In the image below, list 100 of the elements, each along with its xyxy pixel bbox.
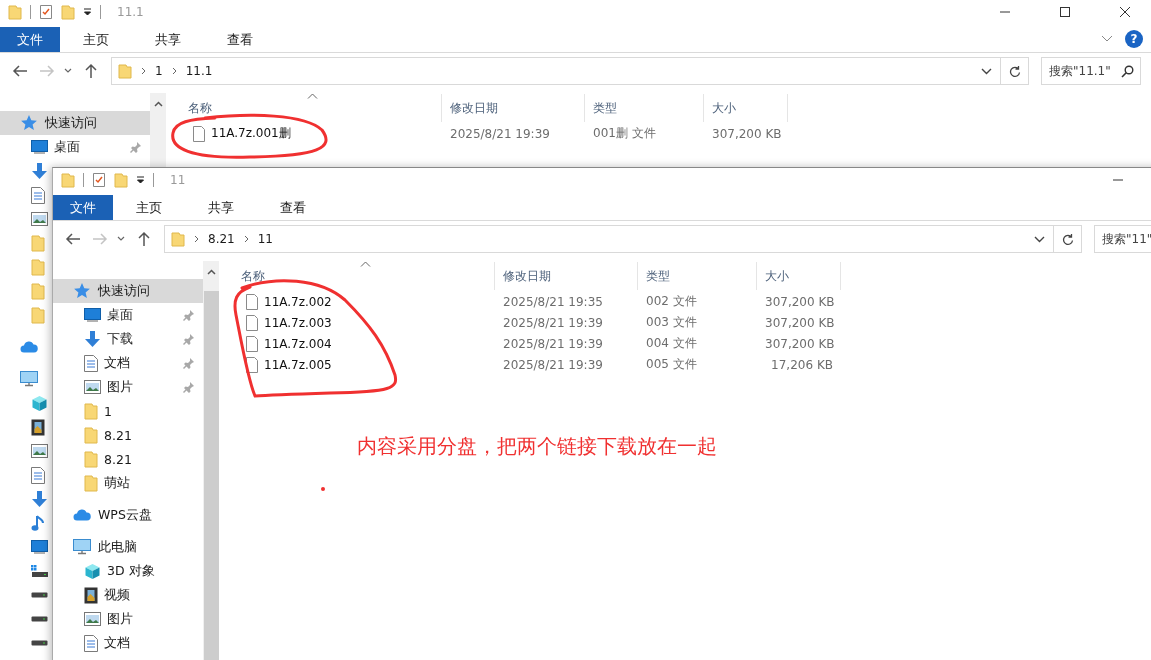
- sidebar-item[interactable]: 8.21: [53, 447, 203, 471]
- dropdown-icon[interactable]: [83, 8, 92, 16]
- refresh-button[interactable]: [1001, 57, 1029, 85]
- column-header[interactable]: 大小: [757, 262, 841, 290]
- ribbon-tab[interactable]: 共享: [138, 26, 198, 52]
- monitor-icon: [31, 140, 48, 154]
- chevron-right-icon[interactable]: [171, 67, 177, 75]
- pin-icon[interactable]: [183, 357, 195, 369]
- chevron-down-icon[interactable]: [981, 67, 992, 75]
- close-icon[interactable]: [1119, 6, 1131, 18]
- sidebar-item[interactable]: 视频: [53, 583, 203, 607]
- file-menu-tab[interactable]: 文件: [53, 194, 113, 220]
- search-field[interactable]: 搜索"11": [1094, 225, 1151, 253]
- computer-icon: [73, 539, 91, 555]
- column-header[interactable]: 大小: [704, 94, 788, 122]
- ribbon-tab[interactable]: 主页: [66, 26, 126, 52]
- pin-icon[interactable]: [183, 309, 195, 321]
- sidebar-item[interactable]: 快速访问: [0, 111, 150, 135]
- sidebar-item[interactable]: 桌面: [53, 303, 203, 327]
- sidebar-item[interactable]: 文档: [53, 631, 203, 655]
- chevron-right-icon[interactable]: [194, 235, 199, 243]
- chevron-down-icon[interactable]: [117, 236, 125, 242]
- sidebar-item[interactable]: 图片: [53, 375, 203, 399]
- picture-icon: [84, 612, 101, 626]
- drive-icon: [31, 640, 48, 646]
- address-bar[interactable]: 1 11.1: [111, 57, 1001, 85]
- sidebar-item[interactable]: 快速访问: [53, 279, 203, 303]
- sidebar-item[interactable]: 萌站: [53, 471, 203, 495]
- cloud-icon: [20, 341, 38, 353]
- file-size: 307,200 KB: [764, 315, 836, 330]
- ribbon-tab[interactable]: 查看: [210, 26, 270, 52]
- column-header[interactable]: 修改日期: [495, 262, 638, 290]
- sidebar-item[interactable]: 8.21: [53, 423, 203, 447]
- sidebar-label: 桌面: [107, 306, 133, 324]
- file-date: 2025/8/21 19:39: [449, 126, 551, 141]
- scroll-up-icon[interactable]: [153, 101, 163, 107]
- cube-icon: [84, 562, 101, 580]
- up-arrow-icon[interactable]: [84, 63, 98, 79]
- chevron-right-icon[interactable]: [141, 67, 146, 75]
- sidebar-item[interactable]: 桌面: [0, 135, 150, 159]
- breadcrumb-item[interactable]: 11: [257, 232, 273, 246]
- dropdown-icon[interactable]: [136, 176, 145, 184]
- back-arrow-icon[interactable]: [12, 64, 28, 78]
- checklist-icon[interactable]: [39, 4, 53, 20]
- up-arrow-icon[interactable]: [137, 231, 151, 247]
- cube-icon: [31, 394, 48, 412]
- scroll-up-icon[interactable]: [206, 269, 216, 275]
- pin-icon[interactable]: [183, 333, 195, 345]
- pin-icon[interactable]: [183, 381, 195, 393]
- back-arrow-icon[interactable]: [65, 232, 81, 246]
- search-field[interactable]: 搜索"11.1": [1041, 57, 1141, 85]
- sidebar-label: 萌站: [104, 474, 130, 492]
- sidebar-label: 下载: [107, 330, 133, 348]
- sidebar-item[interactable]: 3D 对象: [53, 559, 203, 583]
- star-icon: [73, 282, 91, 300]
- pin-icon[interactable]: [130, 141, 142, 153]
- file-name[interactable]: 11A.7z.004: [264, 336, 332, 351]
- sidebar-item[interactable]: 图片: [53, 607, 203, 631]
- column-header[interactable]: 名称: [219, 262, 495, 290]
- file-size: 307,200 KB: [764, 336, 836, 351]
- sidebar-item[interactable]: 此电脑: [53, 535, 203, 559]
- folder-icon: [118, 63, 132, 79]
- sidebar-label: 1: [104, 403, 112, 419]
- file-type: 005 文件: [645, 356, 698, 373]
- checklist-icon[interactable]: [92, 172, 106, 188]
- document-icon: [84, 354, 98, 372]
- sidebar-item[interactable]: 1: [53, 399, 203, 423]
- column-header[interactable]: 名称: [166, 94, 442, 122]
- file-name[interactable]: 11A.7z.002: [264, 294, 332, 309]
- breadcrumb-item[interactable]: 11.1: [185, 64, 213, 78]
- file-menu-tab[interactable]: 文件: [0, 26, 60, 52]
- column-header[interactable]: 修改日期: [442, 94, 585, 122]
- file-name[interactable]: 11A.7z.001删: [211, 125, 291, 142]
- file-size: 307,200 KB: [764, 294, 836, 309]
- breadcrumb-item[interactable]: 1: [155, 64, 163, 78]
- scrollbar[interactable]: [203, 261, 219, 660]
- file-name[interactable]: 11A.7z.003: [264, 315, 332, 330]
- annotation-note: 内容采用分盘，把两个链接下载放在一起: [357, 433, 717, 460]
- breadcrumb-item[interactable]: 8.21: [208, 232, 235, 246]
- sidebar-label: 图片: [107, 610, 133, 628]
- chevron-down-icon[interactable]: [1034, 235, 1045, 243]
- maximize-icon[interactable]: [1059, 6, 1071, 18]
- sidebar-item[interactable]: 下载: [53, 327, 203, 351]
- chevron-right-icon[interactable]: [243, 235, 249, 243]
- chevron-down-icon[interactable]: [64, 68, 72, 74]
- folder-icon: [31, 282, 45, 300]
- column-header[interactable]: 类型: [638, 262, 757, 290]
- sidebar-item[interactable]: 文档: [53, 351, 203, 375]
- refresh-button[interactable]: [1054, 225, 1082, 253]
- file-name[interactable]: 11A.7z.005: [264, 357, 332, 372]
- ribbon-tab[interactable]: 共享: [191, 194, 251, 220]
- sidebar-label: 此电脑: [98, 538, 137, 556]
- file-size: 17,206 KB: [770, 357, 834, 372]
- sidebar-item[interactable]: WPS云盘: [53, 503, 203, 527]
- help-button[interactable]: ?: [1125, 30, 1143, 48]
- ribbon-tab[interactable]: 查看: [263, 194, 323, 220]
- ribbon-tab[interactable]: 主页: [119, 194, 179, 220]
- folder-icon: [84, 402, 98, 420]
- column-header[interactable]: 类型: [585, 94, 704, 122]
- address-bar[interactable]: 8.21 11: [164, 225, 1054, 253]
